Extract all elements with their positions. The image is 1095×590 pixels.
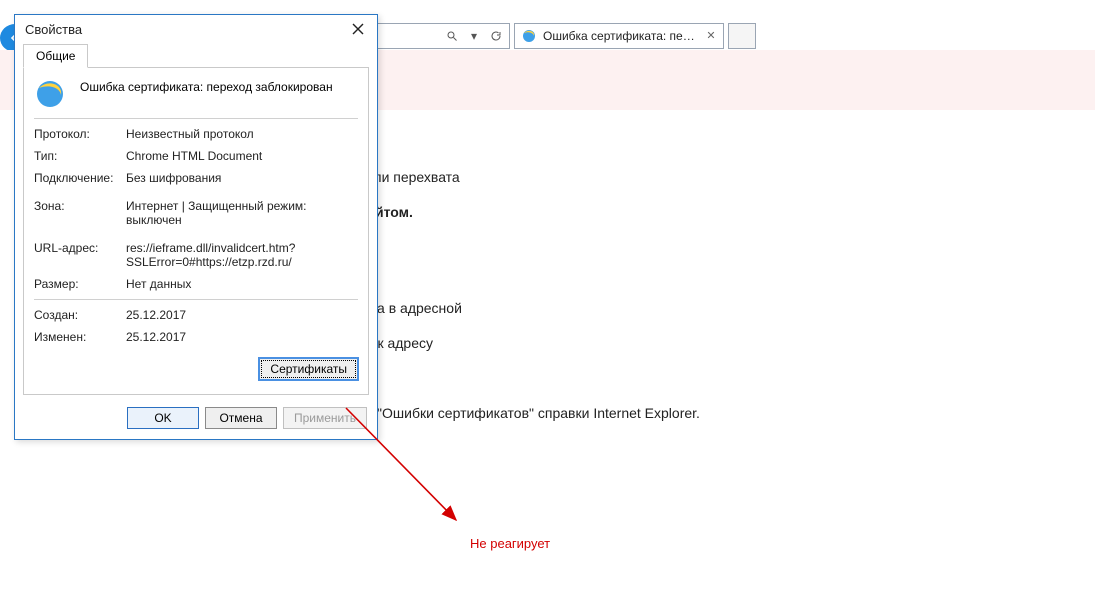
label-zone: Зона: bbox=[34, 193, 120, 227]
annotation-text: Не реагирует bbox=[470, 536, 550, 551]
close-icon bbox=[352, 23, 364, 35]
value-zone: Интернет | Защищенный режим: выключен bbox=[126, 193, 358, 227]
value-type: Chrome HTML Document bbox=[126, 149, 358, 163]
label-created: Создан: bbox=[34, 308, 120, 322]
separator bbox=[34, 299, 358, 300]
value-connection: Без шифрования bbox=[126, 171, 358, 185]
certificates-button[interactable]: Сертификаты bbox=[259, 358, 358, 380]
label-size: Размер: bbox=[34, 277, 120, 291]
label-url: URL-адрес: bbox=[34, 235, 120, 269]
value-created: 25.12.2017 bbox=[126, 308, 358, 322]
dialog-tab-general[interactable]: Общие bbox=[23, 44, 88, 68]
properties-dialog: Свойства Общие Ошибка сертификата: перех… bbox=[14, 14, 378, 440]
label-type: Тип: bbox=[34, 149, 120, 163]
dialog-title: Свойства bbox=[25, 22, 82, 37]
dropdown-icon[interactable]: ▾ bbox=[467, 29, 481, 43]
value-protocol: Неизвестный протокол bbox=[126, 127, 358, 141]
cancel-button[interactable]: Отмена bbox=[205, 407, 277, 429]
tab-close-icon[interactable]: ✕ bbox=[705, 30, 717, 42]
apply-button: Применить bbox=[283, 407, 367, 429]
dialog-header-text: Ошибка сертификата: переход заблокирован bbox=[80, 78, 333, 94]
property-grid-2: Создан: 25.12.2017 Изменен: 25.12.2017 bbox=[34, 308, 358, 344]
browser-tab[interactable]: Ошибка сертификата: пер... ✕ bbox=[514, 23, 724, 49]
tab-title: Ошибка сертификата: пер... bbox=[543, 29, 699, 43]
value-modified: 25.12.2017 bbox=[126, 330, 358, 344]
ie-icon bbox=[521, 28, 537, 44]
label-protocol: Протокол: bbox=[34, 127, 120, 141]
new-tab-button[interactable] bbox=[728, 23, 756, 49]
ie-document-icon bbox=[34, 78, 66, 110]
dialog-close-button[interactable] bbox=[345, 18, 371, 40]
search-icon[interactable] bbox=[445, 29, 459, 43]
dialog-tabstrip: Общие bbox=[15, 43, 377, 67]
dialog-titlebar[interactable]: Свойства bbox=[15, 15, 377, 43]
dialog-body: Ошибка сертификата: переход заблокирован… bbox=[23, 67, 369, 395]
refresh-icon[interactable] bbox=[489, 29, 503, 43]
dialog-footer: OK Отмена Применить bbox=[15, 401, 377, 439]
label-modified: Изменен: bbox=[34, 330, 120, 344]
separator bbox=[34, 118, 358, 119]
property-grid-1: Протокол: Неизвестный протокол Тип: Chro… bbox=[34, 127, 358, 291]
value-url: res://ieframe.dll/invalidcert.htm?SSLErr… bbox=[126, 235, 358, 269]
label-connection: Подключение: bbox=[34, 171, 120, 185]
ok-button[interactable]: OK bbox=[127, 407, 199, 429]
value-size: Нет данных bbox=[126, 277, 358, 291]
